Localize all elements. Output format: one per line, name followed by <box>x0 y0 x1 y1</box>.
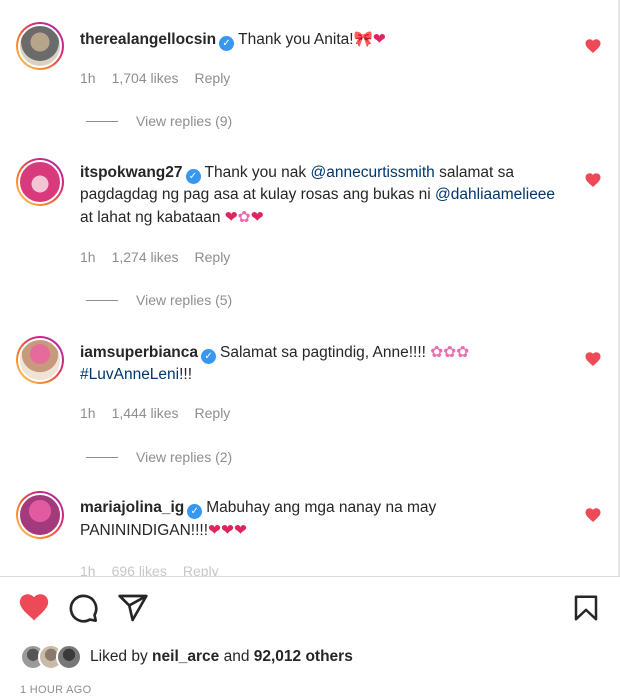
comment-like-heart-icon[interactable] <box>584 37 602 55</box>
verified-badge-icon: ✓ <box>219 36 235 51</box>
comment-meta: 1h 1,274 likes Reply <box>80 249 230 265</box>
liked-by-prefix: Liked by <box>90 648 153 665</box>
flower-emoji: ✿ <box>430 343 444 361</box>
heart-filled-icon[interactable] <box>17 590 51 624</box>
flower-emoji: ✿ <box>443 343 457 361</box>
verified-badge-icon: ✓ <box>185 169 201 184</box>
avatar[interactable] <box>16 22 64 70</box>
comment-username[interactable]: mariajolina_ig <box>80 499 184 516</box>
comment-username[interactable]: iamsuperbianca <box>80 344 198 361</box>
comments-list: therealangellocsin ✓ Thank you Anita!🎀❤ 1h… <box>0 0 620 576</box>
comment-body: mariajolina_ig ✓ Mabuhay ang mga nanay na … <box>80 497 560 542</box>
share-icon[interactable] <box>117 592 149 624</box>
avatar[interactable] <box>16 491 64 539</box>
mention-link[interactable]: @annecurtissmith <box>310 164 434 181</box>
liker-avatar <box>56 644 82 670</box>
comment-like-heart-icon[interactable] <box>584 171 602 189</box>
view-replies-label: View replies (2) <box>136 449 233 465</box>
reply-button[interactable]: Reply <box>195 70 231 86</box>
comment-text-segment: Salamat sa pagtindig, Anne!!!! <box>220 344 431 361</box>
divider-line <box>86 120 118 122</box>
comment-likes[interactable]: 1,274 likes <box>112 249 179 265</box>
avatar[interactable] <box>16 336 64 384</box>
mention-link[interactable]: #LuvAnneLeni <box>80 366 179 383</box>
comment-text-segment: Thank you nak <box>204 164 311 181</box>
comment-time: 1h <box>80 70 96 86</box>
liker-avatars[interactable] <box>20 644 90 670</box>
heart-emoji: ❤ <box>250 208 264 226</box>
heart-emoji: ❤ <box>372 30 386 48</box>
divider-line <box>86 299 118 301</box>
flower-emoji: ✿ <box>237 208 251 226</box>
comment-like-heart-icon[interactable] <box>584 506 602 524</box>
verified-badge-icon: ✓ <box>187 504 203 519</box>
view-replies-button[interactable]: View replies (2) <box>86 449 232 465</box>
liked-by-middle: and <box>219 648 254 665</box>
comment-likes[interactable]: 1,444 likes <box>112 405 179 421</box>
avatar[interactable] <box>16 158 64 206</box>
avatar-photo <box>18 338 62 382</box>
comment-text: Thank you Anita!🎀❤ <box>238 30 386 48</box>
comment-time: 1h <box>80 405 96 421</box>
divider-line <box>86 456 118 458</box>
comment-time: 1h <box>80 249 96 265</box>
comment-likes[interactable]: 696 likes <box>112 563 167 576</box>
comment-username[interactable]: therealangellocsin <box>80 31 216 48</box>
comment-meta: 1h 696 likes Reply <box>80 563 219 576</box>
comment-text-segment: Thank you Anita! <box>238 31 354 48</box>
comment-text-segment: !!! <box>179 366 193 383</box>
reply-button[interactable]: Reply <box>195 249 231 265</box>
heart-emoji: ❤ <box>224 208 238 226</box>
heart-emoji: ❤ <box>234 521 248 539</box>
heart-emoji: ❤ <box>221 521 235 539</box>
liked-by-user[interactable]: neil_arce <box>152 648 219 665</box>
comment-body: iamsuperbianca ✓ Salamat sa pagtindig, Ann… <box>80 341 560 386</box>
bookmark-icon[interactable] <box>571 592 601 624</box>
comment-body: therealangellocsin ✓ Thank you Anita!🎀❤ <box>80 28 560 51</box>
post-timestamp[interactable]: 1 HOUR AGO <box>20 684 91 696</box>
reply-button[interactable]: Reply <box>183 563 219 576</box>
view-replies-button[interactable]: View replies (5) <box>86 292 232 308</box>
reply-button[interactable]: Reply <box>195 405 231 421</box>
comment-text-segment: at lahat ng kabataan <box>80 209 225 226</box>
comment-body: itspokwang27 ✓ Thank you nak @annecurtissm… <box>80 162 560 229</box>
action-bar <box>0 590 620 630</box>
comment-time: 1h <box>80 563 96 576</box>
avatar-photo <box>18 493 62 537</box>
comment-meta: 1h 1,444 likes Reply <box>80 405 230 421</box>
avatar-photo <box>18 160 62 204</box>
liked-by-text: Liked by neil_arce and 92,012 others <box>90 648 353 666</box>
avatar-photo <box>18 24 62 68</box>
flower-emoji: ✿ <box>456 343 470 361</box>
comment-meta: 1h 1,704 likes Reply <box>80 70 230 86</box>
view-replies-label: View replies (9) <box>136 113 233 129</box>
comment-username[interactable]: itspokwang27 <box>80 164 183 181</box>
view-replies-button[interactable]: View replies (9) <box>86 113 232 129</box>
verified-badge-icon: ✓ <box>201 349 217 364</box>
section-divider <box>0 576 620 577</box>
liked-by-row: Liked by neil_arce and 92,012 others <box>20 644 353 670</box>
bow-emoji: 🎀 <box>353 30 373 48</box>
mention-link[interactable]: @dahliaamelieee <box>435 186 555 203</box>
liked-by-count[interactable]: 92,012 others <box>254 648 353 665</box>
comment-likes[interactable]: 1,704 likes <box>112 70 179 86</box>
view-replies-label: View replies (5) <box>136 292 233 308</box>
comment-like-heart-icon[interactable] <box>584 350 602 368</box>
comment-icon[interactable] <box>67 592 99 624</box>
heart-emoji: ❤ <box>208 521 222 539</box>
